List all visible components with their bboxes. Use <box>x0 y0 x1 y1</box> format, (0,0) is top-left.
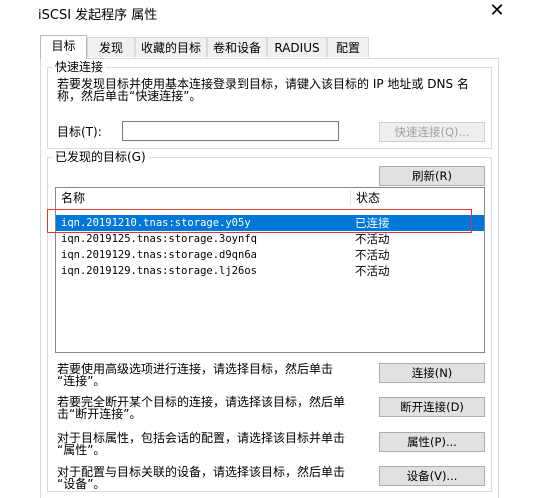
tab-label: 收藏的目标 <box>140 41 201 55</box>
devices-button[interactable]: 设备(V)... <box>379 466 485 486</box>
quick-connect-button[interactable]: 快速连接(Q)... <box>379 122 485 142</box>
tab-radius[interactable]: RADIUS <box>267 37 327 57</box>
column-header-name[interactable]: 名称 <box>56 188 350 208</box>
discovered-targets-title: 已发现的目标(G) <box>52 150 149 164</box>
target-input[interactable] <box>122 121 339 141</box>
target-name-cell: iqn.2019129.tnas:storage.d9qn6a <box>61 249 257 261</box>
target-status-cell: 不活动 <box>355 248 390 262</box>
targets-list[interactable]: 名称 状态 iqn.20191210.tnas:storage.y05y 已连接… <box>55 187 485 353</box>
column-header-label: 状态 <box>356 191 381 205</box>
devices-description-line2: “设备”。 <box>57 477 106 491</box>
table-row[interactable]: iqn.2019129.tnas:storage.d9qn6a 不活动 <box>56 247 484 263</box>
refresh-button[interactable]: 刷新(R) <box>379 166 485 186</box>
target-label: 目标(T): <box>57 125 102 139</box>
tab-discovery[interactable]: 发现 <box>87 37 135 57</box>
table-row[interactable]: iqn.2019129.tnas:storage.lj26os 不活动 <box>56 263 484 279</box>
tab-label: 卷和设备 <box>212 41 261 55</box>
title-bar: iSCSI 发起程序 属性 ✕ <box>0 0 546 28</box>
tab-label: 发现 <box>98 41 123 55</box>
target-name-cell: iqn.2019125.tnas:storage.3oynfq <box>61 233 257 245</box>
quick-connect-title: 快速连接 <box>52 60 107 74</box>
table-row[interactable]: iqn.2019125.tnas:storage.3oynfq 不活动 <box>56 231 484 247</box>
column-header-label: 名称 <box>61 191 86 205</box>
tab-volumes-devices[interactable]: 卷和设备 <box>207 37 267 57</box>
window-title: iSCSI 发起程序 属性 <box>38 8 158 23</box>
target-name-cell: iqn.20191210.tnas:storage.y05y <box>61 217 251 229</box>
quick-connect-description-line2: 称，然后单击“快速连接”。 <box>57 89 202 103</box>
tab-label: 配置 <box>335 41 360 55</box>
connect-description-line2: “连接”。 <box>57 374 106 388</box>
close-icon[interactable]: ✕ <box>482 0 512 24</box>
properties-description-line2: “属性”。 <box>57 443 106 457</box>
target-name-cell: iqn.2019129.tnas:storage.lj26os <box>61 265 257 277</box>
target-status-cell: 不活动 <box>355 232 390 246</box>
target-status-cell: 不活动 <box>355 264 390 278</box>
list-header: 名称 状态 <box>56 188 484 208</box>
tab-targets[interactable]: 目标 <box>40 35 87 59</box>
column-header-status[interactable]: 状态 <box>351 188 484 208</box>
target-status-cell: 已连接 <box>355 216 390 230</box>
tab-label: RADIUS <box>274 41 320 55</box>
disconnect-button[interactable]: 断开连接(D) <box>379 397 485 417</box>
properties-window: iSCSI 发起程序 属性 ✕ 目标 发现 收藏的目标 卷和设备 RADIUS … <box>0 0 546 498</box>
connect-button[interactable]: 连接(N) <box>379 363 485 383</box>
tab-label: 目标 <box>51 39 76 53</box>
properties-button[interactable]: 属性(P)... <box>379 432 485 452</box>
tab-favorite-targets[interactable]: 收藏的目标 <box>135 37 207 57</box>
tab-configuration[interactable]: 配置 <box>327 37 369 57</box>
table-row[interactable]: iqn.20191210.tnas:storage.y05y 已连接 <box>56 215 484 231</box>
disconnect-description-line2: 击“断开连接”。 <box>57 407 142 421</box>
